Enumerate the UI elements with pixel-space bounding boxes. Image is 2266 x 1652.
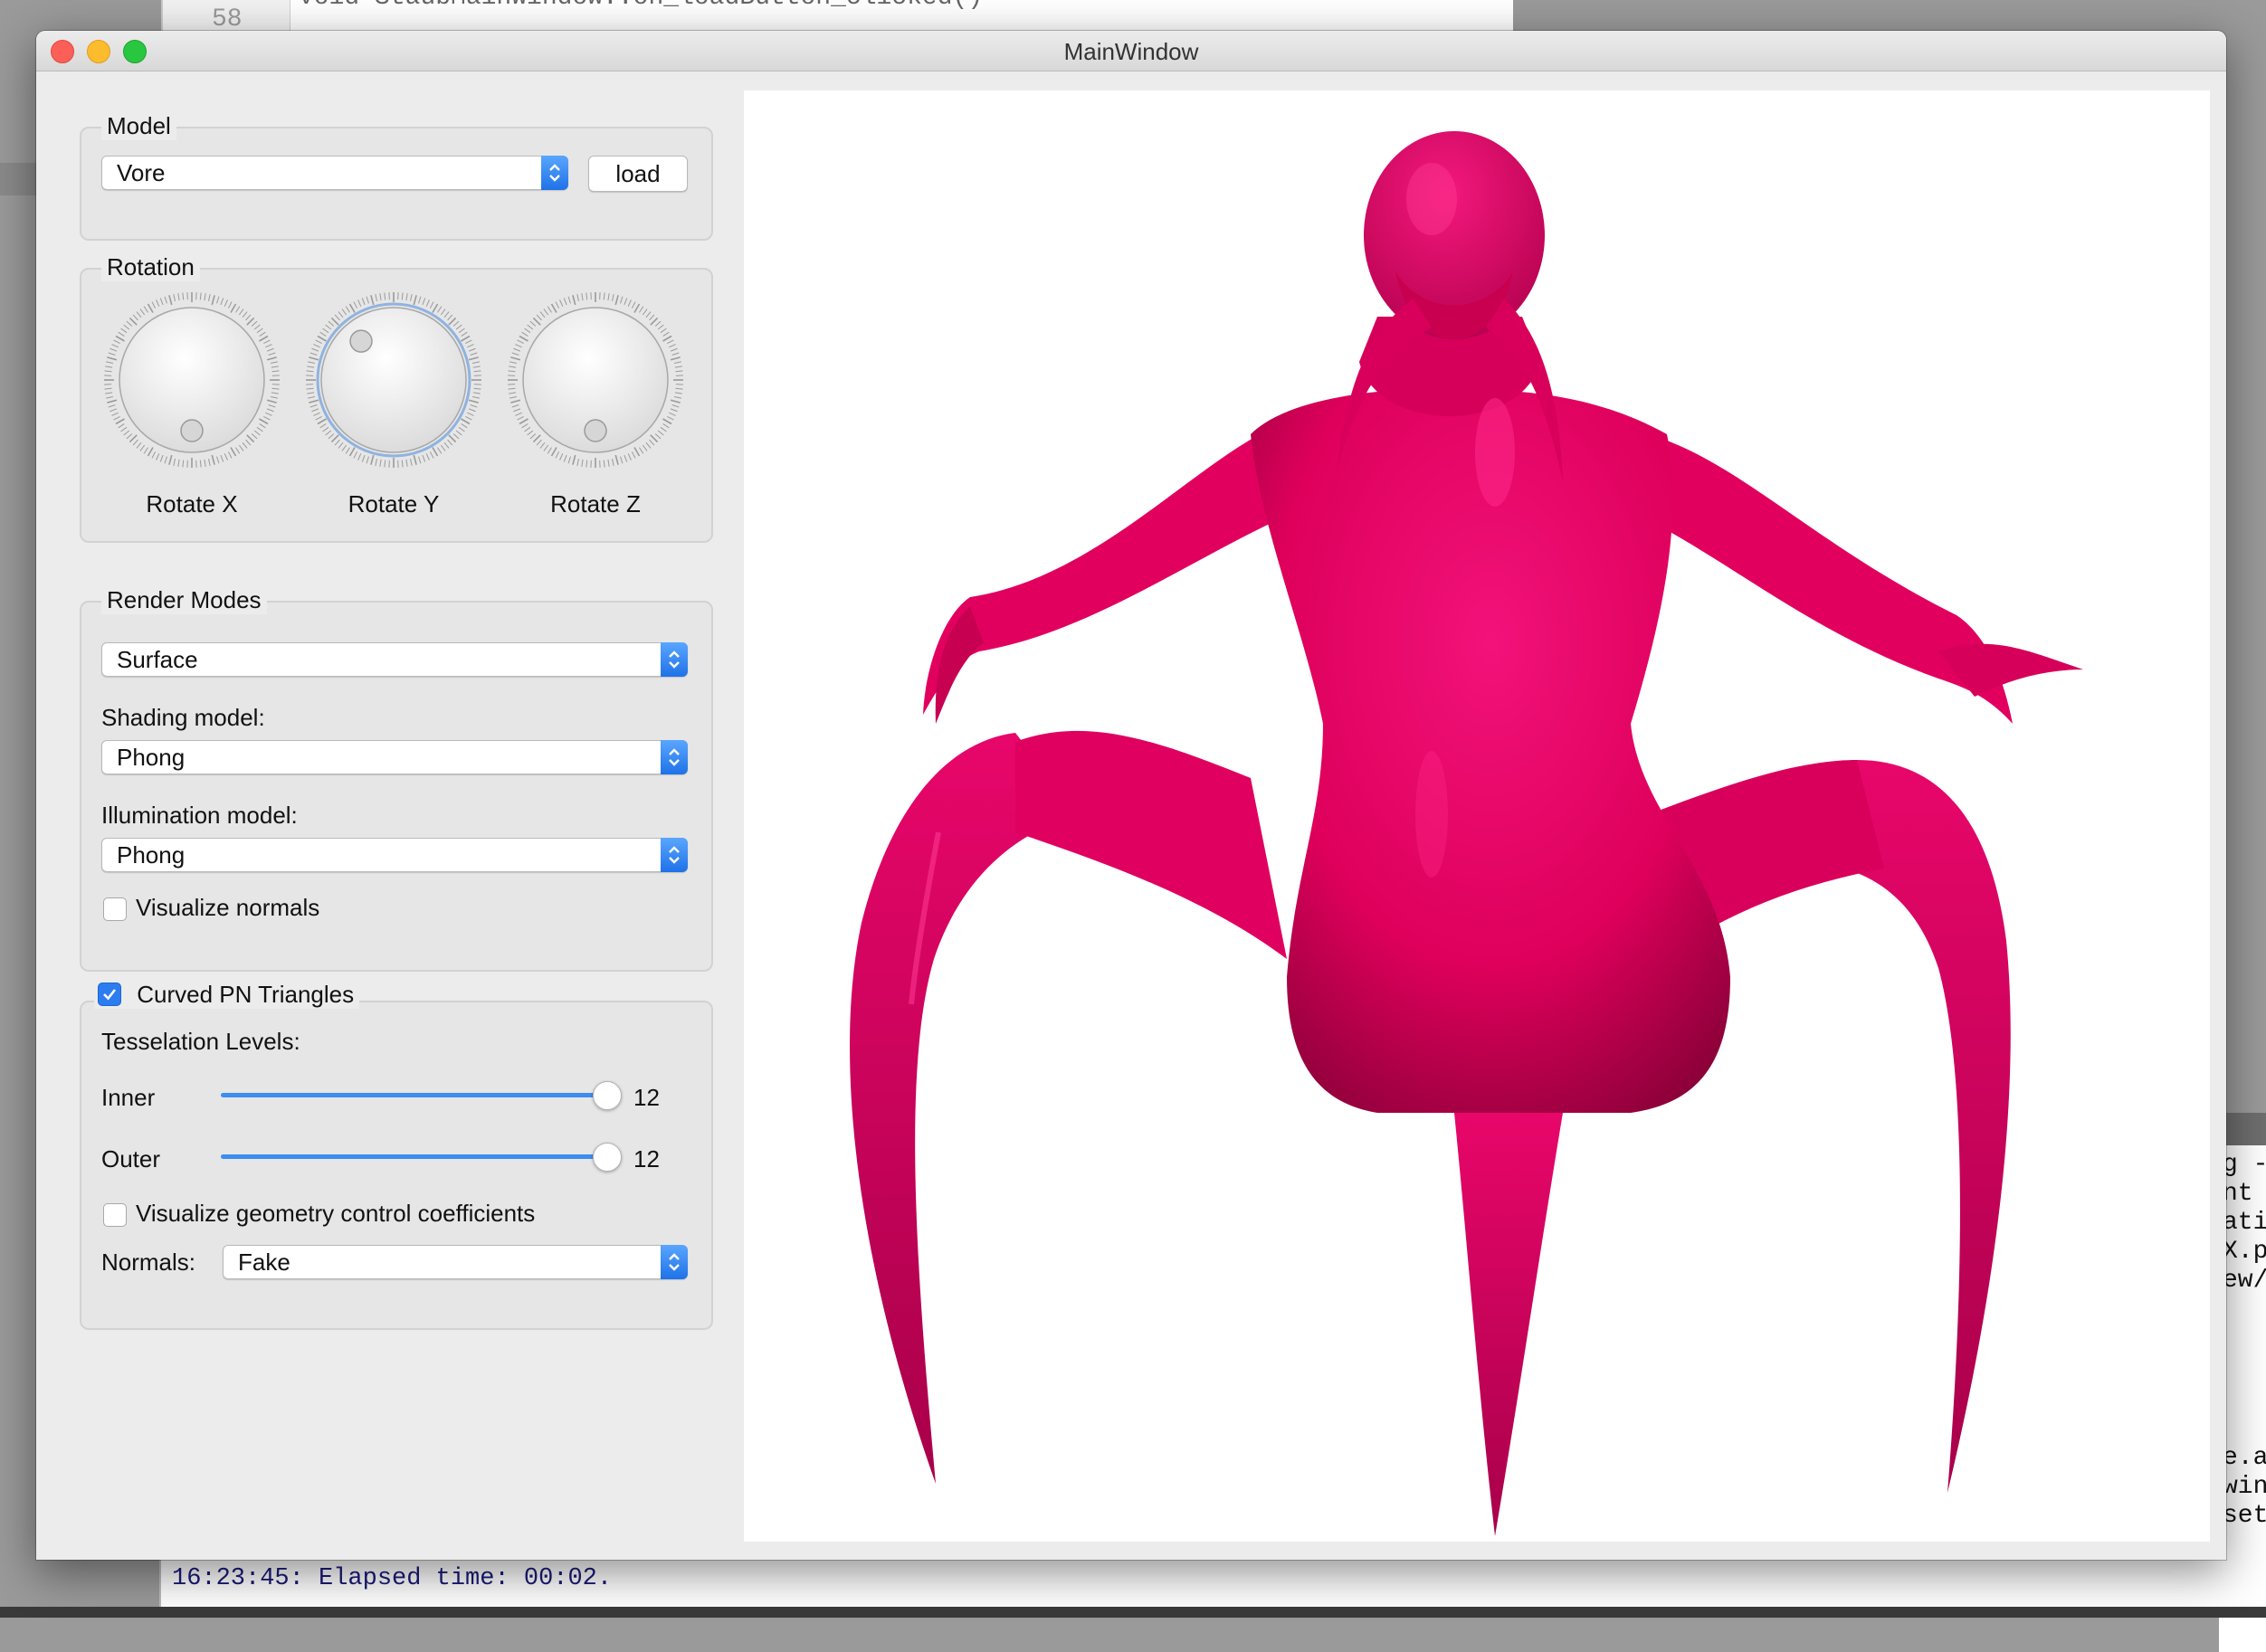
pn-triangles-group: Curved PN Triangles Tesselation Levels: …: [80, 1001, 713, 1330]
rendered-model: [744, 90, 2210, 1542]
visualize-normals-label: Visualize normals: [136, 894, 319, 922]
title-bar[interactable]: MainWindow: [36, 31, 2226, 71]
model-select-value: Vore: [117, 157, 166, 189]
inner-label: Inner: [101, 1084, 155, 1112]
shading-model-label: Shading model:: [101, 704, 265, 732]
visualize-normals-checkbox[interactable]: [103, 897, 127, 921]
rotate-y-dial[interactable]: [303, 290, 484, 470]
shading-model-value: Phong: [117, 741, 185, 774]
terminal-line: X.p: [2223, 1238, 2266, 1266]
render-viewport[interactable]: [744, 90, 2210, 1542]
inner-slider-handle[interactable]: [593, 1081, 622, 1110]
rotate-z-label: Rotate Z: [505, 490, 686, 518]
dial-indicator: [350, 330, 372, 352]
dial-indicator: [585, 420, 606, 441]
model-select[interactable]: Vore: [101, 156, 568, 190]
model-group-title: Model: [101, 112, 176, 140]
rotation-group: Rotation Rotate X Rotate Y Rotate Z: [80, 268, 713, 543]
check-icon: [101, 986, 118, 1002]
background-strip: [0, 163, 36, 195]
select-arrows-icon: [661, 740, 688, 774]
select-arrows-icon: [661, 642, 688, 677]
rotation-group-title: Rotation: [101, 253, 200, 281]
rotate-x-dial[interactable]: [101, 290, 282, 470]
outer-label: Outer: [101, 1145, 160, 1173]
outer-slider-handle[interactable]: [593, 1143, 622, 1172]
curved-pn-checkbox[interactable]: [98, 983, 121, 1006]
curved-pn-label: Curved PN Triangles: [137, 981, 354, 1008]
normals-select[interactable]: Fake: [223, 1245, 688, 1279]
editor-code-line: void StaubMainWindow::on_loadButton_clic…: [299, 0, 983, 12]
rotate-x-label: Rotate X: [101, 490, 282, 518]
terminal-line: g -: [2223, 1151, 2266, 1179]
terminal-line: set: [2223, 1502, 2266, 1530]
tesselation-levels-label: Tesselation Levels:: [101, 1028, 300, 1056]
illumination-model-select[interactable]: Phong: [101, 838, 688, 872]
visualize-coefficients-checkbox[interactable]: [103, 1203, 127, 1227]
render-mode-value: Surface: [117, 643, 198, 676]
minimize-button[interactable]: [87, 40, 110, 63]
console-output: 16:23:45: Elapsed time: 00:02.: [172, 1565, 612, 1592]
select-arrows-icon: [661, 1245, 688, 1279]
render-modes-title: Render Modes: [101, 586, 267, 614]
select-arrows-icon: [661, 838, 688, 872]
model-group: Model Vore load: [80, 127, 713, 241]
illumination-model-label: Illumination model:: [101, 802, 298, 830]
terminal-line: atio: [2223, 1209, 2266, 1237]
load-button[interactable]: load: [588, 156, 688, 192]
editor-line-number: 58: [212, 5, 243, 33]
main-window: MainWindow Model Vore load Rotation Rota…: [36, 31, 2226, 1560]
pn-triangles-header: Curved PN Triangles: [94, 981, 359, 1009]
normals-value: Fake: [238, 1246, 290, 1278]
shading-model-select[interactable]: Phong: [101, 740, 688, 774]
terminal-line: ew/: [2223, 1267, 2266, 1295]
terminal-line: win: [2223, 1473, 2266, 1501]
window-title: MainWindow: [36, 31, 2226, 71]
terminal-line: e.a: [2223, 1444, 2266, 1472]
dial-indicator: [181, 420, 203, 441]
render-modes-group: Render Modes Surface Shading model: Phon…: [80, 601, 713, 972]
rotate-y-label: Rotate Y: [303, 490, 484, 518]
inner-value: 12: [633, 1084, 660, 1112]
outer-value: 12: [633, 1145, 660, 1173]
maximize-button[interactable]: [123, 40, 147, 63]
render-mode-select[interactable]: Surface: [101, 642, 688, 677]
visualize-coefficients-label: Visualize geometry control coefficients: [136, 1200, 535, 1228]
background-bottom-bar: [0, 1607, 2266, 1618]
normals-label: Normals:: [101, 1248, 195, 1277]
terminal-line: nt: [2223, 1180, 2266, 1208]
close-button[interactable]: [51, 40, 74, 63]
inner-slider-track[interactable]: [221, 1093, 606, 1097]
illumination-model-value: Phong: [117, 839, 185, 871]
select-arrows-icon: [541, 156, 568, 190]
rotate-z-dial[interactable]: [505, 290, 686, 470]
outer-slider-track[interactable]: [221, 1154, 606, 1159]
dial-knob: [321, 308, 466, 452]
